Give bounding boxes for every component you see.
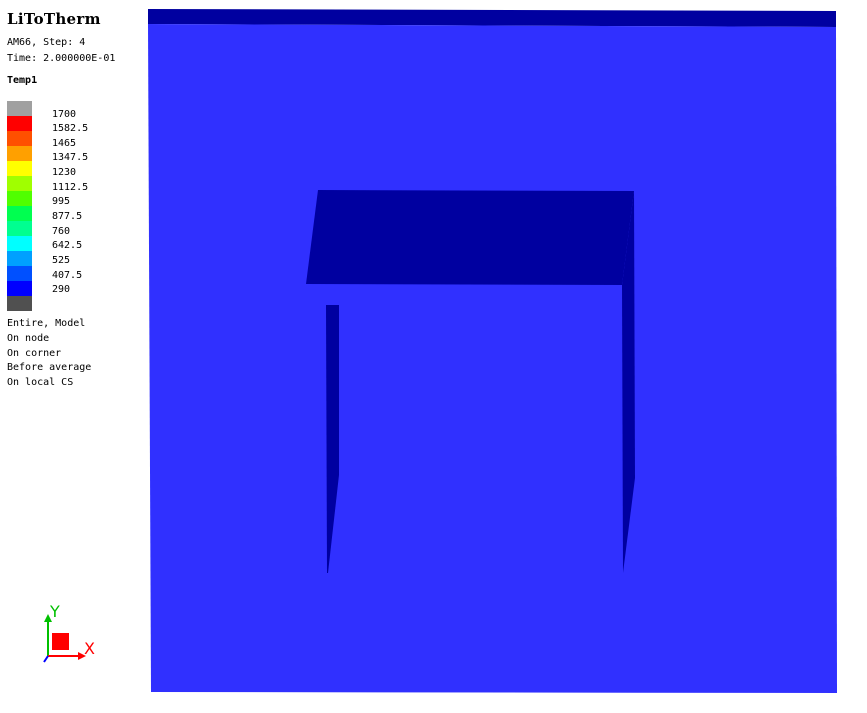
legend-label: 1347.5 [52,152,89,163]
slab-front-face [148,24,837,693]
axis-triad: Y X [43,602,95,663]
recess-top-block [306,190,634,285]
legend-swatch [7,191,32,206]
legend-label: 1465 [52,138,77,149]
legend-swatch [7,296,32,311]
model-viewport[interactable] [0,0,867,713]
x-axis-label: X [84,639,95,658]
legend-label: 290 [52,284,71,295]
legend-swatch [7,161,32,176]
legend-swatch [7,251,32,266]
legend-label: 1112.5 [52,182,89,193]
option-line: On corner [7,347,62,359]
model-step-text: AM66, Step: 4 [7,37,86,48]
time-text: Time: 2.000000E-01 [7,53,116,64]
legend-label: 407.5 [52,270,83,281]
option-line: On node [7,332,50,344]
z-axis-line [43,655,49,663]
slab-top-edge [148,9,836,27]
option-line: Entire, Model [7,318,86,329]
legend-label: 760 [52,226,71,237]
legend-label: 877.5 [52,211,83,222]
legend-label: 642.5 [52,240,83,251]
legend-swatch [7,236,32,251]
legend-swatch [7,206,32,221]
variable-name: Temp1 [7,75,38,86]
legend-swatch [7,266,32,281]
origin-cube [52,633,69,650]
legend-label: 1582.5 [52,123,89,134]
result-options: Entire, Model On node On corner Before a… [7,317,91,391]
legend-swatch [7,146,32,161]
legend-swatch [7,131,32,146]
option-line: On local CS [7,377,74,389]
legend-swatch [7,116,32,131]
legend-swatch [7,101,32,116]
legend-label: 1700 [52,109,77,120]
legend-swatch [7,221,32,236]
legend-label: 525 [52,255,71,266]
legend-label: 995 [52,196,71,207]
option-line: Before average [7,362,92,374]
legend-label: 1230 [52,167,77,178]
app-title: LiToTherm [7,10,101,28]
legend-swatch [7,281,32,296]
legend-swatch [7,176,32,191]
y-axis-label: Y [49,602,60,621]
